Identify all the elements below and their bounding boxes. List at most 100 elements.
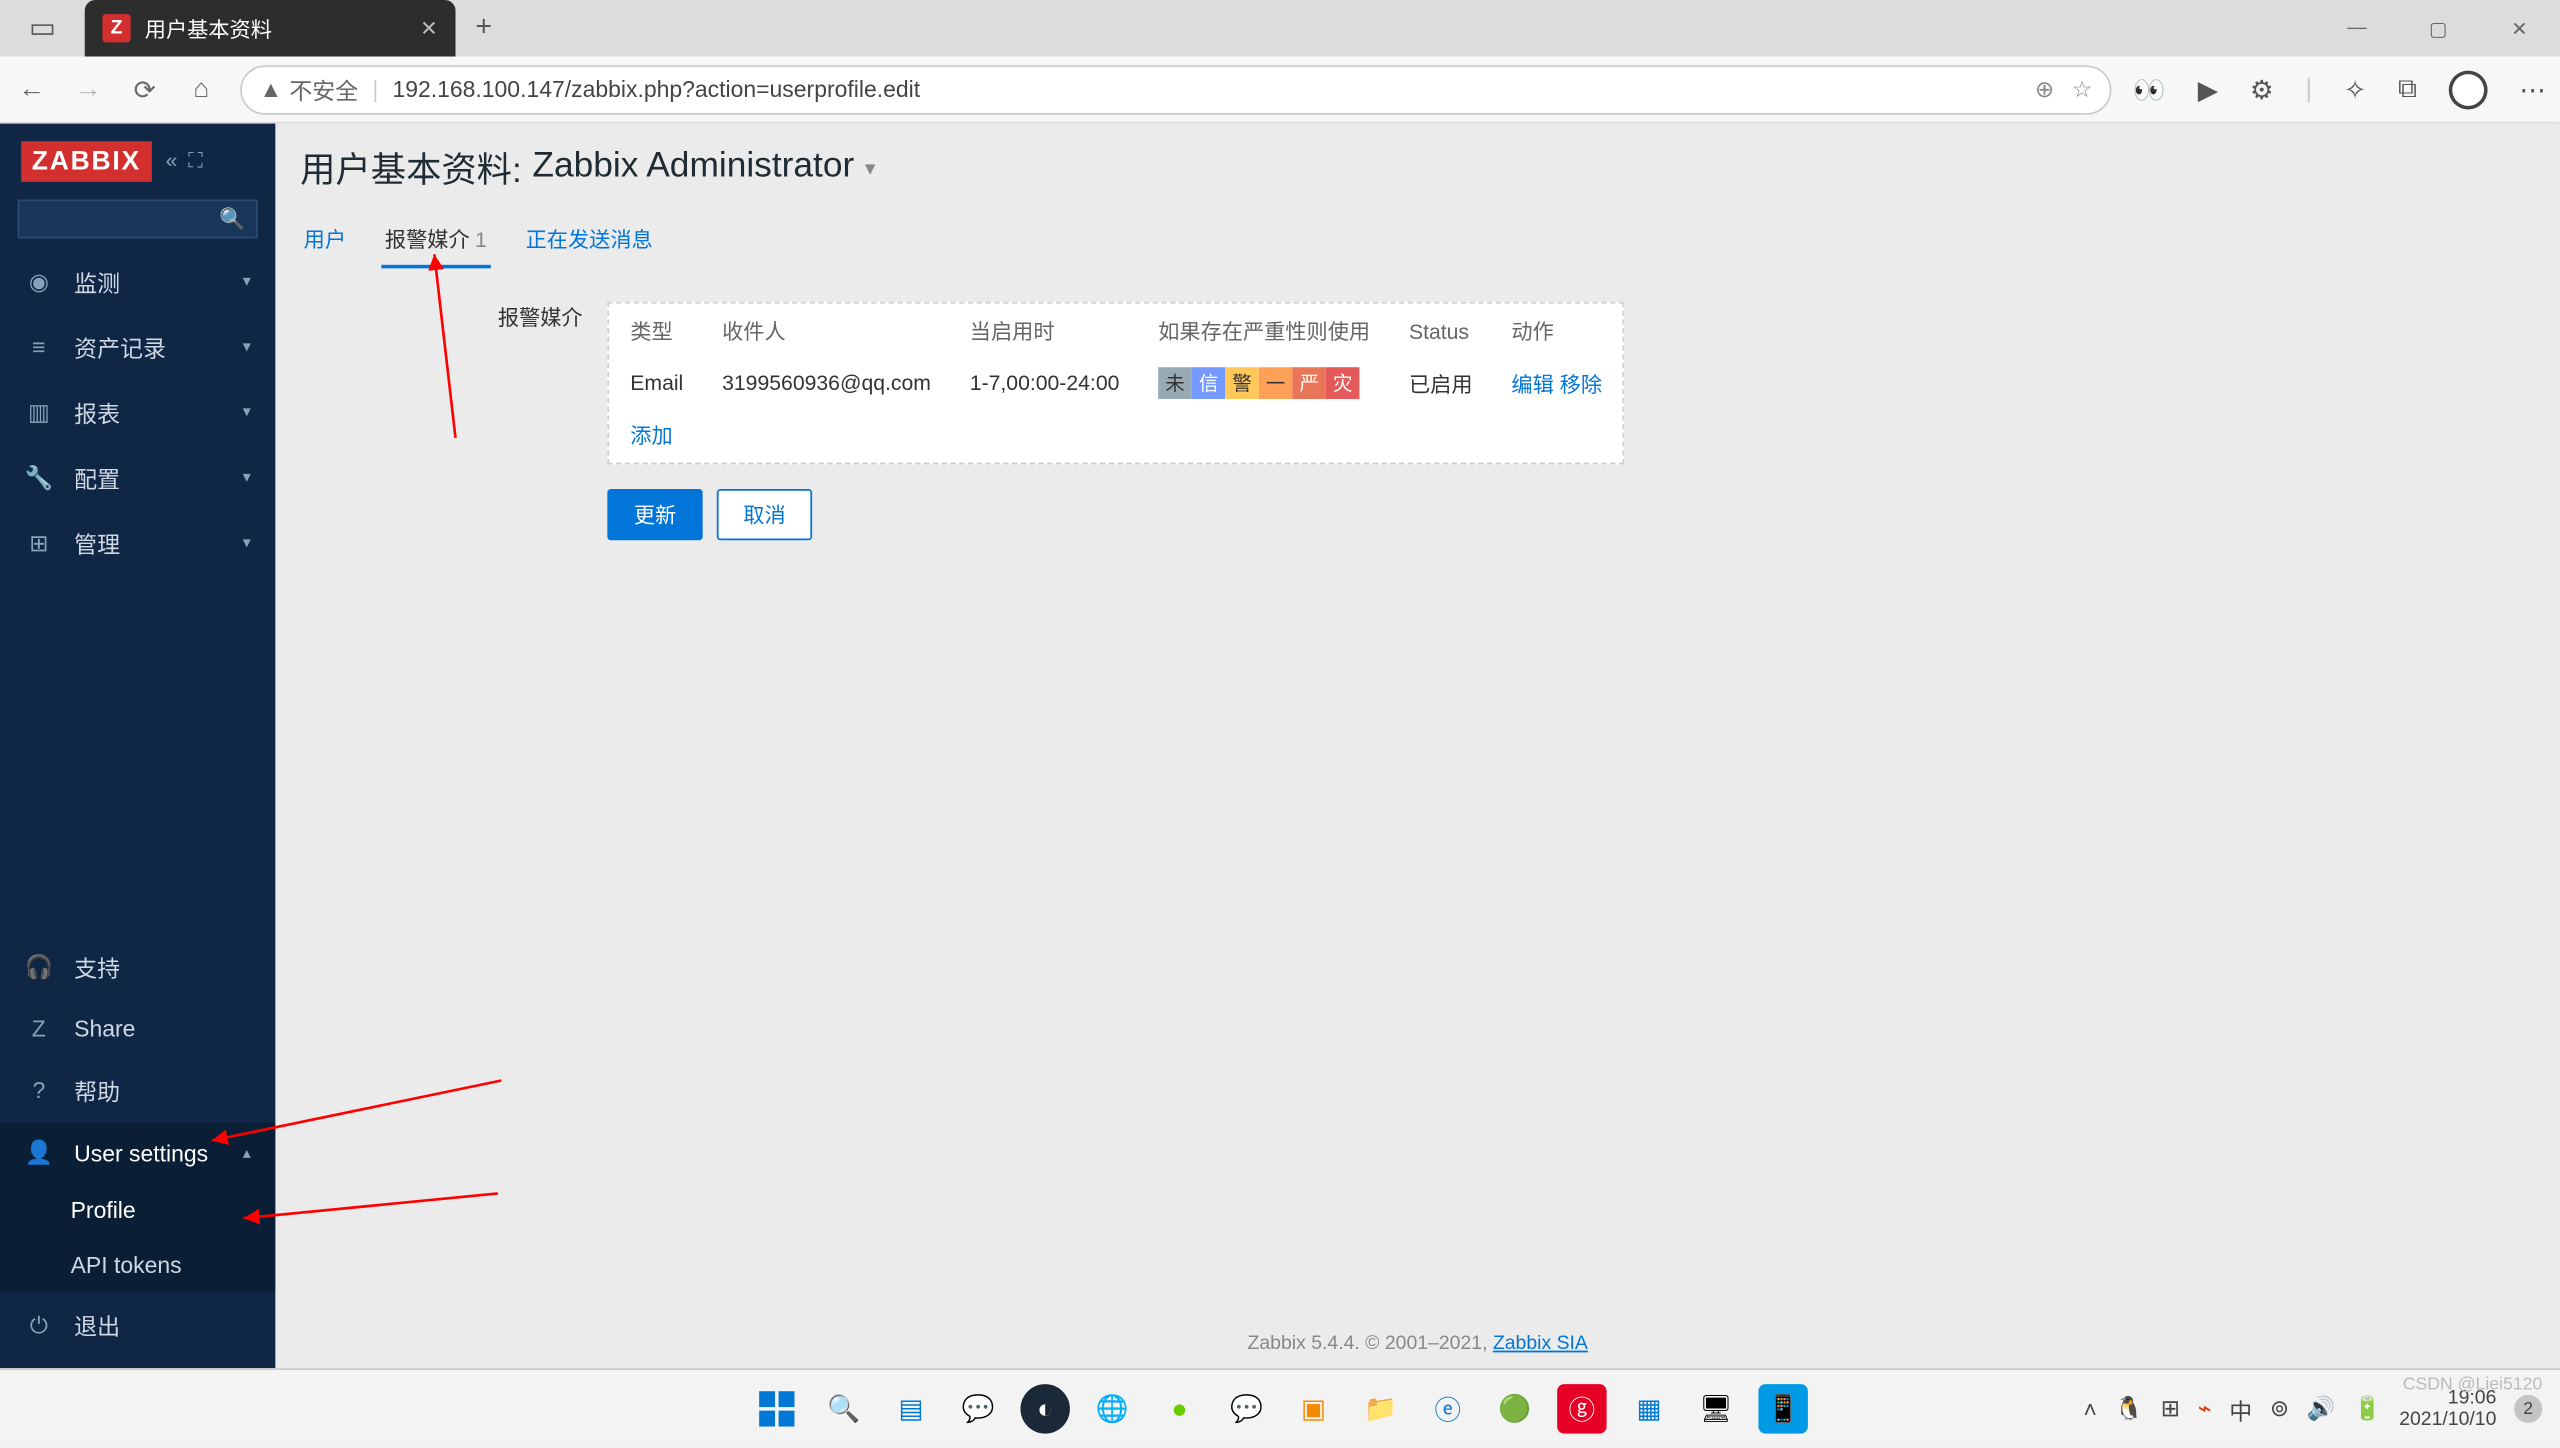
zabbix-sia-link[interactable]: Zabbix SIA: [1493, 1333, 1588, 1354]
page-content: 用户基本资料: Zabbix Administrator ▾ 用户 报警媒介1 …: [275, 124, 2560, 1369]
chevron-up-icon: ▴: [243, 1143, 251, 1162]
watermark: CSDN @Liei5120: [2403, 1375, 2543, 1394]
chevron-down-icon: ▾: [243, 272, 251, 291]
more-icon[interactable]: ⋯: [2519, 73, 2545, 105]
ime-indicator[interactable]: 中: [2229, 1392, 2252, 1426]
insecure-badge: ▲ 不安全: [260, 72, 359, 106]
volume-icon[interactable]: 🔊: [2307, 1395, 2336, 1423]
browser-tab[interactable]: Z 用户基本资料 ✕: [85, 0, 456, 56]
vmware-icon[interactable]: ▣: [1289, 1384, 1338, 1433]
start-button[interactable]: [752, 1384, 801, 1433]
app-icon-1[interactable]: ●: [1155, 1384, 1204, 1433]
chevron-down-icon[interactable]: ▾: [865, 154, 876, 179]
tab-media[interactable]: 报警媒介1: [381, 214, 490, 269]
sidebar-item-reports[interactable]: ▥报表▾: [0, 380, 275, 445]
notification-badge[interactable]: 2: [2514, 1395, 2542, 1423]
collections-icon[interactable]: ⧉: [2398, 74, 2417, 104]
ext-icon-1[interactable]: 👀: [2133, 73, 2166, 105]
favorites-icon[interactable]: ✧: [2344, 73, 2366, 105]
cell-type: Email: [613, 358, 701, 407]
sidebar-item-administration[interactable]: ⊞管理▾: [0, 510, 275, 575]
media-table: 类型 收件人 当启用时 如果存在严重性则使用 Status 动作 Email 3…: [607, 302, 1625, 464]
tab-user[interactable]: 用户: [300, 214, 349, 269]
tab-sending-messages[interactable]: 正在发送消息: [522, 214, 656, 269]
new-tab-button[interactable]: +: [455, 12, 511, 44]
sidebar-item-configuration[interactable]: 🔧配置▾: [0, 445, 275, 510]
cell-actions: 编辑 移除: [1494, 358, 1620, 407]
windows-taskbar[interactable]: 🔍 ▤ 💬 ◐ 🌐 ● 💬 ▣ 📁 ⓔ 🟢 ⓖ ▦ 🖥 📱 ˄ 🐧 ⊞ ⌁ 中 …: [0, 1368, 2560, 1447]
page-title: 用户基本资料: Zabbix Administrator ▾: [300, 141, 2535, 192]
edge-icon[interactable]: 🌐: [1088, 1384, 1137, 1433]
media-field-label: 报警媒介: [300, 302, 582, 540]
sidebar-item-support[interactable]: 🎧支持: [0, 934, 275, 999]
sidebar-item-inventory[interactable]: ≡资产记录▾: [0, 314, 275, 379]
ext-icon-2[interactable]: ▶: [2198, 73, 2218, 105]
cell-status[interactable]: 已启用: [1391, 358, 1490, 407]
sidebar-subitem-profile[interactable]: Profile: [0, 1183, 275, 1238]
zabbix-logo[interactable]: ZABBIX: [21, 141, 151, 182]
browser-icon-2[interactable]: ⓔ: [1423, 1384, 1472, 1433]
maximize-button[interactable]: ▢: [2398, 0, 2479, 56]
profile-avatar[interactable]: [2449, 70, 2488, 109]
tray-icon-1[interactable]: ⊞: [2161, 1395, 2180, 1423]
cancel-button[interactable]: 取消: [717, 489, 812, 540]
edit-link[interactable]: 编辑: [1511, 372, 1553, 397]
search-button[interactable]: 🔍: [819, 1384, 868, 1433]
tray-overflow-icon[interactable]: ˄: [2084, 1396, 2097, 1422]
app-icon-3[interactable]: 🖥: [1691, 1384, 1740, 1433]
settings-icon[interactable]: ⚙: [2250, 73, 2274, 105]
sidebar-item-monitoring[interactable]: ◉监测▾: [0, 249, 275, 314]
content-tabs: 用户 报警媒介1 正在发送消息: [300, 214, 2535, 270]
sidebar-search[interactable]: 🔍: [18, 200, 258, 239]
minimize-button[interactable]: —: [2316, 0, 2397, 56]
sidebar-item-user-settings[interactable]: 👤User settings▴: [0, 1123, 275, 1183]
qq-tray-icon[interactable]: 🐧: [2115, 1395, 2144, 1423]
zabbix-sidebar: ZABBIX « ⛶ 🔍 ◉监测▾ ≡资产记录▾ ▥报表▾ 🔧配置▾ ⊞管理▾ 🎧…: [0, 124, 275, 1369]
sidebar-subitem-api-tokens[interactable]: API tokens: [0, 1238, 275, 1293]
sidebar-item-logout[interactable]: ⏻退出: [0, 1292, 275, 1357]
address-bar[interactable]: ▲ 不安全 | 192.168.100.147/zabbix.php?actio…: [240, 64, 2112, 113]
cell-recipient: 3199560936@qq.com: [704, 358, 948, 407]
battery-icon[interactable]: 🔋: [2353, 1395, 2382, 1423]
update-button[interactable]: 更新: [607, 489, 702, 540]
close-tab-icon[interactable]: ✕: [420, 16, 438, 41]
sidebar-item-share[interactable]: ZShare: [0, 999, 275, 1057]
cell-severity: 未 信 警 一 严 灾: [1141, 358, 1388, 407]
favorite-icon[interactable]: ☆: [2072, 75, 2093, 103]
url-text: 192.168.100.147/zabbix.php?action=userpr…: [392, 76, 920, 102]
col-when-active: 当启用时: [952, 307, 1137, 355]
task-view-button[interactable]: ▤: [886, 1384, 935, 1433]
tab-actions-icon[interactable]: ▭: [0, 0, 85, 56]
favicon: Z: [102, 14, 130, 42]
sidebar-item-help[interactable]: ?帮助: [0, 1058, 275, 1123]
wifi-icon[interactable]: ⊚: [2270, 1395, 2289, 1423]
netease-icon[interactable]: ⓖ: [1557, 1384, 1606, 1433]
col-type: 类型: [613, 307, 701, 355]
col-action: 动作: [1494, 307, 1620, 355]
back-button[interactable]: ←: [14, 74, 49, 104]
collapse-icon[interactable]: «: [166, 148, 178, 174]
app-icon-2[interactable]: ▦: [1624, 1384, 1673, 1433]
explorer-icon[interactable]: 📁: [1356, 1384, 1405, 1433]
wechat-icon[interactable]: 💬: [1222, 1384, 1271, 1433]
tray-icon-2[interactable]: ⌁: [2198, 1395, 2212, 1423]
tab-title: 用户基本资料: [145, 13, 272, 43]
home-button[interactable]: ⌂: [184, 74, 219, 104]
expand-icon[interactable]: ⛶: [188, 148, 203, 174]
steam-icon[interactable]: ◐: [1020, 1384, 1069, 1433]
col-severity: 如果存在严重性则使用: [1141, 307, 1388, 355]
browser-titlebar: ▭ Z 用户基本资料 ✕ + — ▢ ✕: [0, 0, 2560, 56]
app-icon-4[interactable]: 📱: [1758, 1384, 1807, 1433]
browser-toolbar: ← → ⟳ ⌂ ▲ 不安全 | 192.168.100.147/zabbix.p…: [0, 56, 2560, 123]
remove-link[interactable]: 移除: [1560, 372, 1602, 397]
zoom-icon[interactable]: ⊕: [2035, 75, 2054, 103]
forward-button[interactable]: →: [71, 74, 106, 104]
zabbix-footer: Zabbix 5.4.4. © 2001–2021, Zabbix SIA: [1248, 1333, 1588, 1354]
add-media-link[interactable]: 添加: [630, 424, 672, 449]
chat-icon[interactable]: 💬: [953, 1384, 1002, 1433]
search-icon: 🔍: [219, 207, 245, 232]
chrome-icon[interactable]: 🟢: [1490, 1384, 1539, 1433]
close-window-button[interactable]: ✕: [2479, 0, 2560, 56]
taskbar-center: 🔍 ▤ 💬 ◐ 🌐 ● 💬 ▣ 📁 ⓔ 🟢 ⓖ ▦ 🖥 📱: [752, 1384, 1808, 1433]
refresh-button[interactable]: ⟳: [127, 73, 162, 105]
